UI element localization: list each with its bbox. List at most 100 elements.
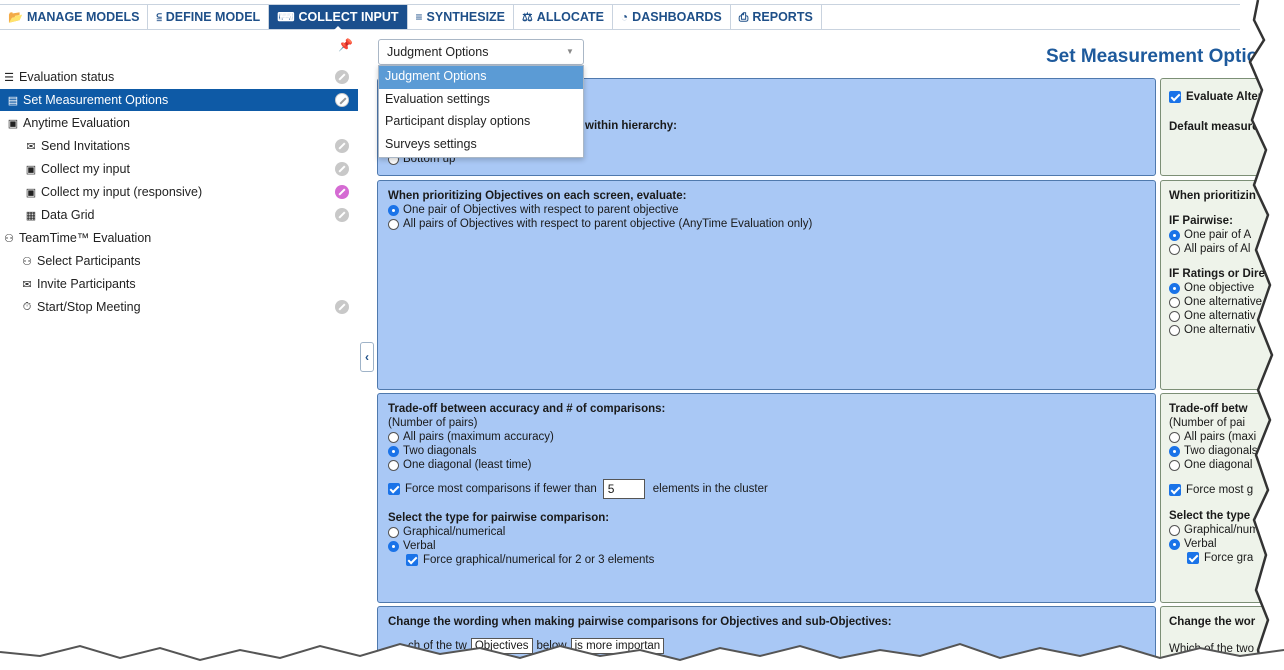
- status-icon: [335, 93, 349, 107]
- tradeoff-panel: Trade-off between accuracy and # of comp…: [377, 393, 1156, 603]
- radio-label: One objective: [1184, 282, 1255, 294]
- sidebar-item-collect-my-input-responsive[interactable]: ▣ Collect my input (responsive): [0, 181, 360, 203]
- sidebar-item-teamtime-evaluation[interactable]: ⚇ TeamTime™ Evaluation: [0, 227, 360, 249]
- sidebar: 📌 ☰ Evaluation status ▤ Set Measurement …: [0, 36, 360, 670]
- sidebar-item-collect-my-input[interactable]: ▣ Collect my input: [0, 158, 360, 180]
- evaluate-alternatives-row[interactable]: Evaluate Altern: [1169, 90, 1275, 104]
- wording-row: ch of the tw Objectives below is more im…: [388, 638, 1145, 654]
- alternatives-wording-panel: Change the wor Which of the two: [1160, 606, 1284, 670]
- alternatives-prioritizing-panel: When prioritizin IF Pairwise: One pair o…: [1160, 180, 1284, 390]
- radio-button[interactable]: [1169, 310, 1180, 322]
- radio-button[interactable]: [388, 526, 399, 538]
- sidebar-item-send-invitations[interactable]: ✉ Send Invitations: [0, 135, 360, 157]
- force-graphical-checkbox[interactable]: [406, 554, 418, 566]
- radio-button[interactable]: [1169, 229, 1180, 241]
- radio-button[interactable]: [1169, 282, 1180, 294]
- checkbox-label: Evaluate Altern: [1186, 91, 1270, 103]
- force-graphical-row[interactable]: Force graphical/numerical for 2 or 3 ele…: [388, 553, 1145, 567]
- options-select[interactable]: Judgment Options ▼: [378, 39, 584, 65]
- tab-allocate[interactable]: ⚖ ALLOCATE: [514, 5, 613, 29]
- force-suffix: elements in the cluster: [652, 483, 768, 495]
- dropdown-option[interactable]: Participant display options: [379, 111, 583, 134]
- evaluate-alternatives-checkbox[interactable]: [1169, 91, 1181, 103]
- sidebar-item-anytime-evaluation[interactable]: ▣ Anytime Evaluation: [0, 112, 360, 134]
- sidebar-item-label: Start/Stop Meeting: [37, 300, 141, 314]
- radio-button[interactable]: [1169, 524, 1180, 536]
- radio-button[interactable]: [1169, 324, 1180, 336]
- radio-button[interactable]: [1169, 538, 1180, 550]
- radio-button[interactable]: [388, 540, 399, 552]
- gauge-icon: ◔: [620, 10, 629, 24]
- sidebar-item-invite-participants[interactable]: ✉ Invite Participants: [0, 273, 360, 295]
- envelope-icon: ✉: [22, 278, 32, 291]
- tab-synthesize[interactable]: ≡ SYNTHESIZE: [408, 5, 515, 29]
- radio-button[interactable]: [388, 218, 399, 230]
- radio-option[interactable]: One objective: [1169, 281, 1275, 295]
- radio-option[interactable]: One alternativ: [1169, 323, 1275, 337]
- radio-label: Two diagonals: [1184, 445, 1258, 457]
- section-heading: Trade-off between accuracy and # of comp…: [388, 403, 666, 415]
- force-count-input[interactable]: 5: [602, 479, 645, 499]
- sidebar-item-evaluation-status[interactable]: ☰ Evaluation status: [0, 66, 360, 88]
- sidebar-item-label: TeamTime™ Evaluation: [19, 231, 152, 245]
- dropdown-option[interactable]: Surveys settings: [379, 134, 583, 157]
- radio-option[interactable]: Verbal: [388, 539, 1145, 553]
- tab-reports[interactable]: ⎙ REPORTS: [731, 5, 822, 29]
- radio-label: Verbal: [403, 540, 436, 552]
- tab-manage-models[interactable]: 📂 MANAGE MODELS: [0, 5, 149, 29]
- radio-option[interactable]: All pairs (maximum accuracy): [388, 430, 1145, 444]
- wording-input-objectives[interactable]: Objectives: [470, 638, 533, 654]
- radio-option[interactable]: All pairs (maxi: [1169, 430, 1275, 444]
- wording-input-importance[interactable]: is more importan: [570, 638, 665, 654]
- radio-option[interactable]: One alternativ: [1169, 309, 1275, 323]
- radio-button[interactable]: [388, 445, 399, 457]
- sidebar-item-select-participants[interactable]: ⚇ Select Participants: [0, 250, 360, 272]
- radio-button[interactable]: [388, 459, 399, 471]
- force-graphical-checkbox[interactable]: [1187, 552, 1199, 564]
- chevron-down-icon: ▼: [566, 47, 574, 56]
- radio-option[interactable]: One pair of Objectives with respect to p…: [388, 203, 1145, 217]
- sidebar-item-data-grid[interactable]: ▦ Data Grid: [0, 204, 360, 226]
- wording-panel: Change the wording when making pairwise …: [377, 606, 1156, 670]
- force-comparisons-checkbox[interactable]: [1169, 484, 1181, 496]
- checkbox-label: Force gra: [1204, 552, 1254, 564]
- radio-option[interactable]: One diagonal: [1169, 458, 1275, 472]
- dropdown-option[interactable]: Judgment Options: [379, 66, 583, 89]
- hierarchy-heading: within hierarchy:: [585, 120, 678, 132]
- collapse-sidebar-button[interactable]: ‹: [360, 342, 374, 372]
- radio-option[interactable]: One alternative: [1169, 295, 1275, 309]
- radio-button[interactable]: [1169, 243, 1180, 255]
- force-graphical-row[interactable]: Force gra: [1169, 551, 1275, 565]
- radio-option[interactable]: One pair of A: [1169, 228, 1275, 242]
- tab-define-model[interactable]: ⫅ DEFINE MODEL: [148, 5, 270, 29]
- pin-icon[interactable]: 📌: [338, 38, 353, 52]
- sidebar-item-set-measurement-options[interactable]: ▤ Set Measurement Options: [0, 89, 358, 111]
- radio-button[interactable]: [1169, 296, 1180, 308]
- tab-dashboards[interactable]: ◔ DASHBOARDS: [613, 5, 731, 29]
- radio-option[interactable]: Two diagonals: [1169, 444, 1275, 458]
- dropdown-option[interactable]: Evaluation settings: [379, 89, 583, 112]
- sidebar-item-label: Select Participants: [37, 254, 141, 268]
- radio-button[interactable]: [388, 204, 399, 216]
- radio-button[interactable]: [1169, 431, 1180, 443]
- section-heading: Change the wording when making pairwise …: [388, 616, 892, 628]
- radio-label: One alternativ: [1184, 310, 1256, 322]
- radio-button[interactable]: [388, 431, 399, 443]
- radio-option[interactable]: All pairs of Al: [1169, 242, 1275, 256]
- radio-button[interactable]: [1169, 445, 1180, 457]
- force-comparisons-checkbox[interactable]: [388, 483, 400, 495]
- radio-option[interactable]: Graphical/num: [1169, 523, 1275, 537]
- checkbox-label: Force graphical/numerical for 2 or 3 ele…: [423, 554, 655, 566]
- radio-option[interactable]: Graphical/numerical: [388, 525, 1145, 539]
- force-comparisons-row[interactable]: Force most g: [1169, 482, 1275, 498]
- radio-label: All pairs of Objectives with respect to …: [403, 218, 813, 230]
- radio-option[interactable]: Two diagonals: [388, 444, 1145, 458]
- force-prefix: Force most comparisons if fewer than: [405, 483, 597, 495]
- radio-option[interactable]: All pairs of Objectives with respect to …: [388, 217, 1145, 231]
- radio-option[interactable]: Verbal: [1169, 537, 1275, 551]
- sidebar-item-start-stop-meeting[interactable]: ⏱ Start/Stop Meeting: [0, 296, 360, 318]
- radio-option[interactable]: One diagonal (least time): [388, 458, 1145, 472]
- tab-collect-input[interactable]: ⌨ COLLECT INPUT: [269, 5, 408, 30]
- section-heading: Select the type: [1169, 510, 1251, 522]
- radio-button[interactable]: [1169, 459, 1180, 471]
